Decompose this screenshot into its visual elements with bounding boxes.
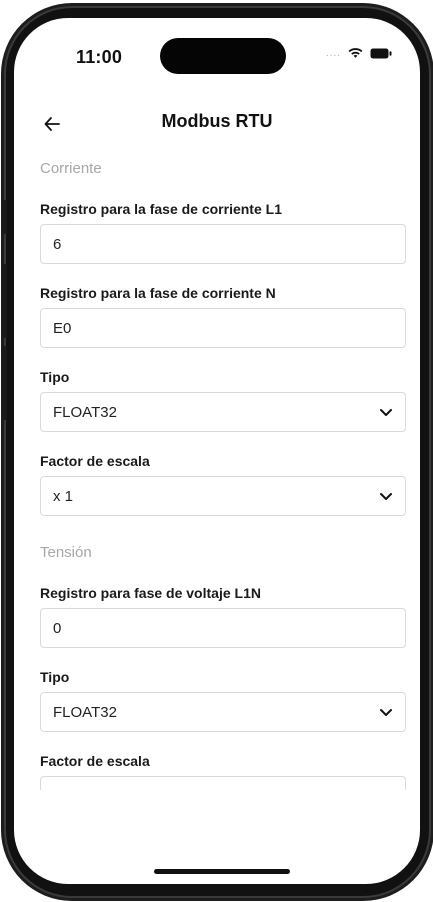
voltage-l1n-input[interactable]: 0 bbox=[40, 608, 406, 648]
section-title-voltage: Tensión bbox=[40, 544, 92, 561]
settings-form[interactable]: Corriente Registro para la fase de corri… bbox=[40, 152, 406, 790]
current-scale-select[interactable]: x 1 bbox=[40, 476, 406, 516]
current-scale-value: x 1 bbox=[53, 487, 74, 505]
volume-down-button bbox=[2, 346, 7, 420]
voltage-type-select[interactable]: FLOAT32 bbox=[40, 692, 406, 732]
battery-icon bbox=[370, 48, 392, 59]
current-type-value: FLOAT32 bbox=[53, 403, 117, 421]
voltage-scale-value: x 1 bbox=[53, 788, 73, 791]
chevron-down-icon bbox=[379, 492, 393, 501]
screen: 11:00 .... Modbus RTU Corriente Registro… bbox=[14, 18, 420, 884]
voltage-type-value: FLOAT32 bbox=[53, 703, 117, 721]
wifi-icon bbox=[347, 47, 364, 59]
app-header: Modbus RTU bbox=[14, 106, 420, 146]
voltage-scale-label: Factor de escala bbox=[40, 753, 150, 769]
current-scale-label: Factor de escala bbox=[40, 453, 150, 469]
voltage-scale-select[interactable]: x 1 bbox=[40, 776, 406, 790]
status-time: 11:00 bbox=[76, 47, 123, 67]
current-l1-value: 6 bbox=[53, 235, 62, 253]
status-icons: .... bbox=[326, 47, 392, 59]
current-l1-input[interactable]: 6 bbox=[40, 224, 406, 264]
voltage-type-label: Tipo bbox=[40, 669, 70, 685]
silent-switch bbox=[2, 200, 7, 234]
chevron-down-icon bbox=[379, 708, 393, 717]
current-type-label: Tipo bbox=[40, 369, 70, 385]
current-l1-label: Registro para la fase de corriente L1 bbox=[40, 201, 282, 217]
home-indicator[interactable] bbox=[154, 869, 290, 874]
current-n-value: E0 bbox=[53, 319, 72, 337]
voltage-l1n-label: Registro para fase de voltaje L1N bbox=[40, 585, 261, 601]
page-title: Modbus RTU bbox=[161, 111, 273, 131]
dynamic-island bbox=[160, 38, 286, 74]
chevron-down-icon bbox=[379, 408, 393, 417]
current-n-label: Registro para la fase de corriente N bbox=[40, 285, 276, 301]
section-title-current: Corriente bbox=[40, 160, 102, 177]
volume-up-button bbox=[2, 264, 7, 338]
signal-icon: .... bbox=[325, 47, 341, 59]
current-type-select[interactable]: FLOAT32 bbox=[40, 392, 406, 432]
status-bar: 11:00 .... bbox=[14, 18, 420, 90]
voltage-l1n-value: 0 bbox=[53, 619, 62, 637]
current-n-input[interactable]: E0 bbox=[40, 308, 406, 348]
